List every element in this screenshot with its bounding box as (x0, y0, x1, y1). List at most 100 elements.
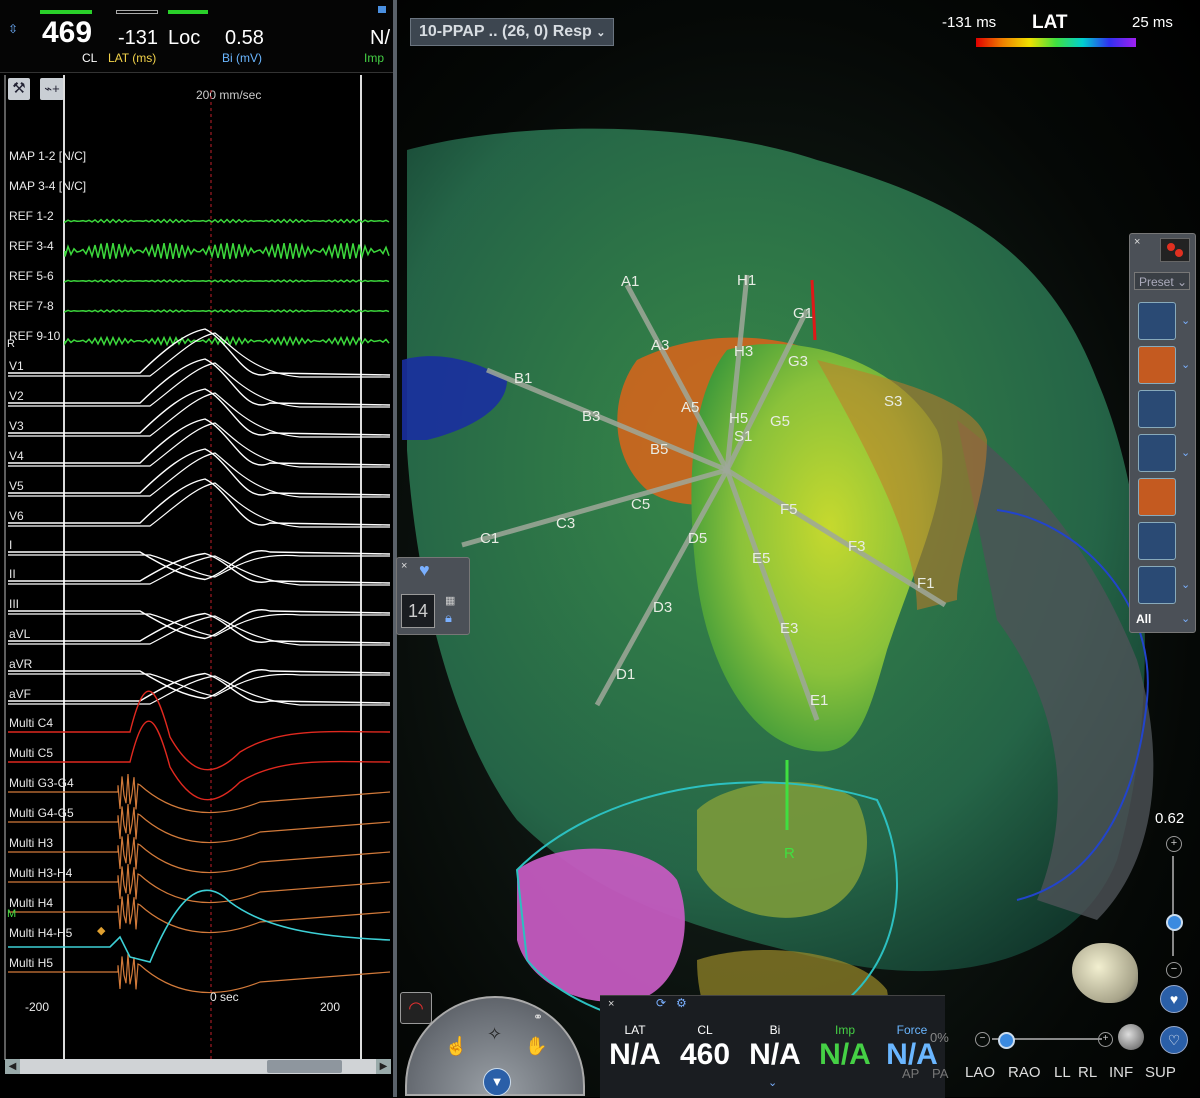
grid-tool-icon[interactable] (1138, 434, 1176, 472)
channel-label[interactable]: MAP 3-4 [N/C] (9, 179, 86, 193)
map-selector[interactable]: 10-PPAP .. (26, 0) Resp ⌄ (410, 18, 615, 46)
channel-label[interactable]: Multi G4-G5 (9, 806, 74, 820)
chevron-down-icon[interactable]: ⌄ (768, 1076, 777, 1089)
signal-trace (8, 332, 390, 378)
channel-label[interactable]: V4 (9, 449, 24, 463)
opacity-track[interactable] (1172, 856, 1174, 956)
link-icon[interactable]: ⚭ (533, 1010, 543, 1024)
grid-icon[interactable]: ▦ (445, 594, 455, 607)
channel-label[interactable]: V6 (9, 509, 24, 523)
grid-points-icon[interactable] (1160, 238, 1190, 262)
channel-label[interactable]: aVF (9, 687, 31, 701)
dots-tool-icon[interactable] (1138, 522, 1176, 560)
heart-reset-icon[interactable]: ♡ (1160, 1026, 1188, 1054)
channel-label[interactable]: REF 9-10 (9, 329, 60, 343)
electrode-label: C3 (556, 515, 576, 532)
zoom-out-icon[interactable]: − (975, 1032, 990, 1047)
zoom-in-icon[interactable]: + (1098, 1032, 1113, 1047)
channel-label[interactable]: V2 (9, 389, 24, 403)
channel-label[interactable]: REF 5-6 (9, 269, 54, 283)
chevron-down-icon[interactable]: ⌄ (1181, 446, 1190, 459)
signal-scrollbar[interactable]: ◀ ▶ (5, 1059, 391, 1074)
lock-icon[interactable]: 🔒︎ (445, 610, 452, 626)
view-button[interactable]: LAO (965, 1064, 995, 1081)
signal-trace (8, 362, 390, 408)
view-button[interactable]: SUP (1145, 1064, 1176, 1081)
scroll-left-icon[interactable]: ◀ (5, 1059, 20, 1074)
channel-label[interactable]: MAP 1-2 [N/C] (9, 149, 86, 163)
hand-icon[interactable]: ✋ (525, 1036, 547, 1057)
chevron-down-icon[interactable]: ⌄ (1181, 578, 1190, 591)
ap-label[interactable]: AP (902, 1066, 919, 1081)
view-button[interactable]: LL (1054, 1064, 1071, 1081)
channel-label[interactable]: Multi H4-H5 (9, 926, 72, 940)
wand-icon[interactable]: ✧ (487, 1024, 502, 1045)
chevron-down-icon[interactable]: ⌄ (1181, 358, 1190, 371)
heart-view-icon[interactable]: ♥ (1160, 985, 1188, 1013)
anatomy-map[interactable] (397, 0, 1200, 1097)
channel-label[interactable]: REF 1-2 (9, 209, 54, 223)
channel-label[interactable]: Multi H3-H4 (9, 866, 72, 880)
lat-label: LAT (ms) (108, 51, 157, 65)
heart-shield-icon[interactable]: ♥ (419, 560, 430, 581)
channel-label[interactable]: II (9, 567, 16, 581)
opacity-thumb[interactable] (1166, 914, 1183, 931)
channel-label[interactable]: III (9, 597, 19, 611)
channel-label[interactable]: Multi C5 (9, 746, 53, 760)
electrode-label: H5 (729, 410, 749, 427)
tag-tool-icon[interactable] (1138, 390, 1176, 428)
imp-label: Imp (364, 51, 385, 65)
m-marker: M (7, 908, 17, 920)
chevron-down-icon[interactable]: ⌄ (1181, 612, 1190, 625)
channel-label[interactable]: REF 7-8 (9, 299, 54, 313)
channel-label[interactable]: I (9, 538, 12, 552)
pa-label[interactable]: PA (932, 1066, 948, 1081)
electrode-label: H1 (737, 272, 757, 289)
channel-label[interactable]: V3 (9, 419, 24, 433)
map-viewport[interactable] (397, 0, 1200, 1097)
pink-region (517, 848, 685, 1002)
view-button[interactable]: RL (1078, 1064, 1097, 1081)
close-icon[interactable]: × (1134, 236, 1140, 248)
close-icon[interactable]: × (608, 998, 614, 1010)
channel-label[interactable]: aVL (9, 627, 30, 641)
close-icon[interactable]: × (401, 560, 407, 572)
panel-corner-icon[interactable] (378, 6, 386, 13)
expand-arrows-icon[interactable]: ⇳ (8, 22, 18, 36)
settings-icon[interactable]: ⚙ (676, 996, 687, 1010)
time-max: 200 (320, 1000, 341, 1014)
imp-readout: N/A (819, 1038, 871, 1071)
sphere-view-icon[interactable] (1118, 1024, 1144, 1050)
channel-label[interactable]: aVR (9, 657, 32, 671)
all-label[interactable]: All (1136, 612, 1151, 626)
electrode-label: E5 (752, 550, 771, 567)
zoom-plus-icon[interactable]: + (1166, 836, 1182, 852)
scroll-right-icon[interactable]: ▶ (376, 1059, 391, 1074)
zoom-minus-icon[interactable]: − (1166, 962, 1182, 978)
electrode-label: H3 (734, 343, 754, 360)
count-value: 14 (401, 594, 435, 628)
record-tool-icon[interactable]: ◠ (400, 992, 432, 1024)
view-button[interactable]: INF (1109, 1064, 1133, 1081)
add-point-icon[interactable]: ☝ (445, 1036, 467, 1057)
channel-label[interactable]: V1 (9, 359, 24, 373)
points-tool-icon[interactable] (1138, 302, 1176, 340)
channel-label[interactable]: REF 3-4 (9, 239, 54, 253)
refresh-icon[interactable]: ⟳ (656, 996, 666, 1010)
channel-label[interactable]: Multi H5 (9, 956, 53, 970)
color-map-tool-icon[interactable] (1138, 346, 1176, 384)
ruler-tool-icon[interactable] (1138, 566, 1176, 604)
view-button[interactable]: RAO (1008, 1064, 1041, 1081)
preset-dropdown[interactable]: Preset ⌄ (1134, 272, 1190, 290)
filter-icon[interactable]: ▼ (483, 1068, 511, 1096)
signal-trace (8, 448, 391, 496)
colored-grid-tool-icon[interactable] (1138, 478, 1176, 516)
channel-label[interactable]: Multi H3 (9, 836, 53, 850)
channel-label[interactable]: Multi G3-G4 (9, 776, 74, 790)
electrode-label: E1 (810, 692, 829, 709)
channel-label[interactable]: V5 (9, 479, 24, 493)
chevron-down-icon[interactable]: ⌄ (1181, 314, 1190, 327)
channel-label[interactable]: Multi C4 (9, 716, 53, 730)
zoom-thumb[interactable] (998, 1032, 1015, 1049)
scroll-thumb[interactable] (267, 1060, 342, 1073)
